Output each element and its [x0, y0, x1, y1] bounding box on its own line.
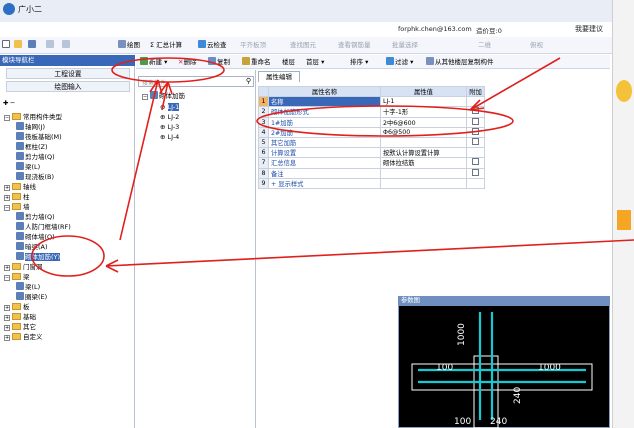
- arrow-to-tree: [105, 239, 634, 273]
- arrow-to-list: [159, 81, 173, 111]
- arrow-up-left: [119, 79, 163, 241]
- annotation-circle-tree: [31, 235, 105, 277]
- annotation-circle-new: [111, 57, 225, 83]
- arrow-to-props: [469, 57, 561, 111]
- annotation-circle-props: [256, 105, 514, 137]
- annotation-overlay: [31, 57, 634, 277]
